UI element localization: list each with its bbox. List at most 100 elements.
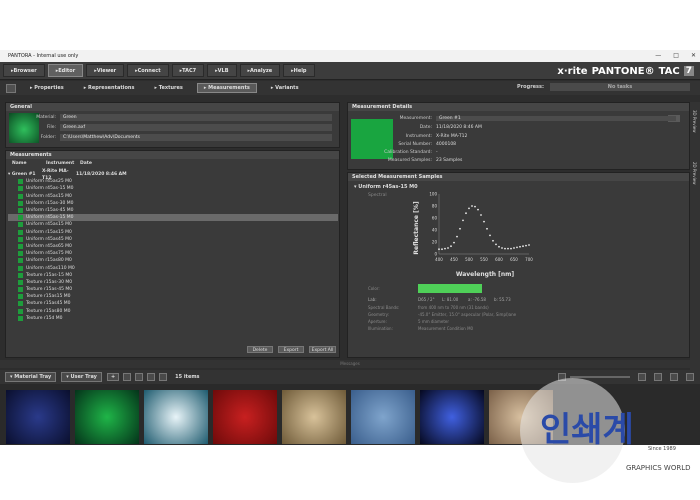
data-point bbox=[444, 247, 446, 250]
nav-tac7[interactable]: ▸ TAC7 bbox=[171, 64, 205, 77]
material-thumbnail[interactable] bbox=[420, 390, 484, 444]
measurement-row[interactable]: Uniform r45as25 M0 bbox=[8, 178, 338, 185]
swatch-icon bbox=[18, 265, 23, 271]
measurement-row[interactable]: Uniform r15as-45 M0 bbox=[8, 207, 338, 214]
measurement-row[interactable]: Uniform r45as15 M0 bbox=[8, 193, 338, 200]
material-input[interactable]: Green bbox=[60, 114, 332, 121]
swatch-icon bbox=[18, 236, 23, 242]
measurement-row[interactable]: Texture r15d M0 bbox=[8, 315, 338, 322]
delete-button[interactable]: Delete bbox=[247, 346, 273, 353]
measurement-row[interactable]: Texture r15as-15 M0 bbox=[8, 272, 338, 279]
measurement-row[interactable]: Texture r15as-45 M0 bbox=[8, 286, 338, 293]
data-point bbox=[492, 239, 494, 242]
measurement-row[interactable]: Uniform r15as15 M0 bbox=[8, 229, 338, 236]
data-point bbox=[459, 227, 461, 230]
nav-viewer[interactable]: ▸ Viewer bbox=[86, 64, 125, 77]
swatch-icon bbox=[18, 229, 23, 235]
nav-analyze[interactable]: ▸ Analyze bbox=[239, 64, 281, 77]
col-instrument[interactable]: Instrument bbox=[46, 161, 80, 166]
data-point bbox=[471, 205, 473, 207]
data-point bbox=[516, 246, 518, 249]
subtab-textures[interactable]: ▸ Textures bbox=[148, 84, 188, 92]
messages-divider[interactable]: Messages bbox=[0, 360, 700, 368]
swatch-icon bbox=[18, 200, 23, 206]
y-tick-label: 20 bbox=[432, 240, 438, 245]
prev-icon[interactable] bbox=[135, 373, 144, 381]
material-thumbnail[interactable] bbox=[6, 390, 70, 444]
material-tray-tab[interactable]: ▾ Material Tray bbox=[5, 372, 57, 382]
material-thumbnail[interactable] bbox=[351, 390, 415, 444]
nav-connect[interactable]: ▸ Connect bbox=[127, 64, 169, 77]
data-point bbox=[468, 207, 470, 210]
tab-3d-preview[interactable]: 3D Preview bbox=[692, 110, 697, 132]
export-all-button[interactable]: Export All bbox=[309, 346, 336, 353]
swatch-icon bbox=[18, 208, 23, 214]
tab-2d-preview[interactable]: 2D Preview bbox=[692, 162, 697, 184]
group-row[interactable]: ▾ Green #1 X-Rite MA-T12 11/18/2020 8:46… bbox=[8, 169, 338, 181]
subtab-measurements[interactable]: ▸ Measurements bbox=[196, 83, 257, 93]
data-point bbox=[510, 247, 512, 250]
measurement-row[interactable]: Uniform r45as110 M0 bbox=[8, 264, 338, 271]
menu-icon[interactable] bbox=[6, 83, 16, 93]
material-field: Material: Green bbox=[10, 114, 332, 121]
measurement-row[interactable]: Texture r15as15 M0 bbox=[8, 293, 338, 300]
x-tick-label: 450 bbox=[450, 257, 458, 262]
folder-input[interactable]: C:\Users\Matthew\Adv\Documents bbox=[60, 134, 332, 141]
measurement-row[interactable]: Uniform r45as-15 M0 bbox=[8, 185, 338, 192]
measurement-row[interactable]: Texture r15as45 M0 bbox=[8, 300, 338, 307]
title-bar: PANTORA - Internal use only — □ ✕ bbox=[0, 50, 700, 62]
measurement-row[interactable]: Uniform r45as65 M0 bbox=[8, 243, 338, 250]
export-button[interactable]: Export bbox=[278, 346, 304, 353]
nav-editor[interactable]: ▸ Editor bbox=[47, 64, 84, 77]
lab-row: Lab: D65 / 2° L: 81.00 a: -76.58 b: 55.7… bbox=[368, 297, 511, 302]
measurement-row[interactable]: Uniform r45as75 M0 bbox=[8, 250, 338, 257]
measurement-row[interactable]: Uniform r15as80 M0 bbox=[8, 257, 338, 264]
last-icon[interactable] bbox=[159, 373, 168, 381]
add-tray-button[interactable]: + bbox=[106, 373, 120, 381]
subtab-properties[interactable]: ▸ Properties bbox=[24, 84, 70, 92]
measurement-row[interactable]: Texture r15as80 M0 bbox=[8, 308, 338, 315]
next-icon[interactable] bbox=[147, 373, 156, 381]
general-header: General bbox=[6, 103, 339, 111]
nav-vlb[interactable]: ▸ VLB bbox=[207, 64, 237, 77]
data-point bbox=[528, 244, 530, 246]
data-point bbox=[501, 247, 503, 249]
material-thumbnail[interactable] bbox=[282, 390, 346, 444]
measurement-row[interactable]: Uniform r45as-15 M0 bbox=[8, 214, 338, 222]
swatch-icon bbox=[18, 272, 23, 278]
col-date[interactable]: Date bbox=[80, 161, 92, 166]
nav-help[interactable]: ▸ Help bbox=[283, 64, 315, 77]
x-tick-label: 650 bbox=[510, 257, 518, 262]
swatch-icon bbox=[18, 215, 23, 221]
col-name[interactable]: Name bbox=[12, 161, 46, 166]
close-button[interactable]: ✕ bbox=[691, 52, 696, 59]
file-input[interactable]: Green.axf bbox=[60, 124, 332, 131]
reflectance-chart: 400 450 500 550 600 650 700 0 20 40 60 80 100 Wavele… bbox=[413, 192, 533, 279]
x-tick-label: 500 bbox=[465, 257, 473, 262]
brand-logo: x·rite PANTONE® TAC 7 bbox=[557, 62, 694, 80]
measurement-row[interactable]: Uniform r15as-30 M0 bbox=[8, 200, 338, 207]
measurement-row[interactable]: Texture r15as-30 M0 bbox=[8, 279, 338, 286]
minimize-button[interactable]: — bbox=[655, 52, 661, 59]
grid-view-icon[interactable] bbox=[123, 373, 132, 381]
user-tray-tab[interactable]: ▾ User Tray bbox=[61, 372, 102, 382]
data-point bbox=[480, 214, 482, 216]
y-tick-label: 100 bbox=[429, 192, 437, 197]
data-point bbox=[519, 245, 521, 248]
measurement-row[interactable]: Uniform r45as15 M0 bbox=[8, 221, 338, 228]
progress-label: Progress: bbox=[517, 84, 544, 90]
material-thumbnail[interactable] bbox=[213, 390, 277, 444]
data-point bbox=[513, 247, 515, 249]
lab-illuminant-select[interactable]: D65 / 2° bbox=[418, 297, 442, 302]
aperture-row: Aperture: 5 mm diameter bbox=[368, 319, 450, 324]
details-header: Measurement Details bbox=[348, 103, 689, 111]
material-thumbnail[interactable] bbox=[144, 390, 208, 444]
subtab-representations[interactable]: ▸ Representations bbox=[78, 84, 141, 92]
material-thumbnail[interactable] bbox=[75, 390, 139, 444]
data-point bbox=[450, 245, 452, 248]
maximize-button[interactable]: □ bbox=[673, 52, 679, 59]
subtab-variants[interactable]: ▸ Variants bbox=[265, 84, 305, 92]
illumination-row: Illumination: Measurement Condition M0 bbox=[368, 326, 474, 331]
measurement-row[interactable]: Uniform r45as45 M0 bbox=[8, 236, 338, 243]
nav-browser[interactable]: ▸ Browser bbox=[3, 64, 45, 77]
